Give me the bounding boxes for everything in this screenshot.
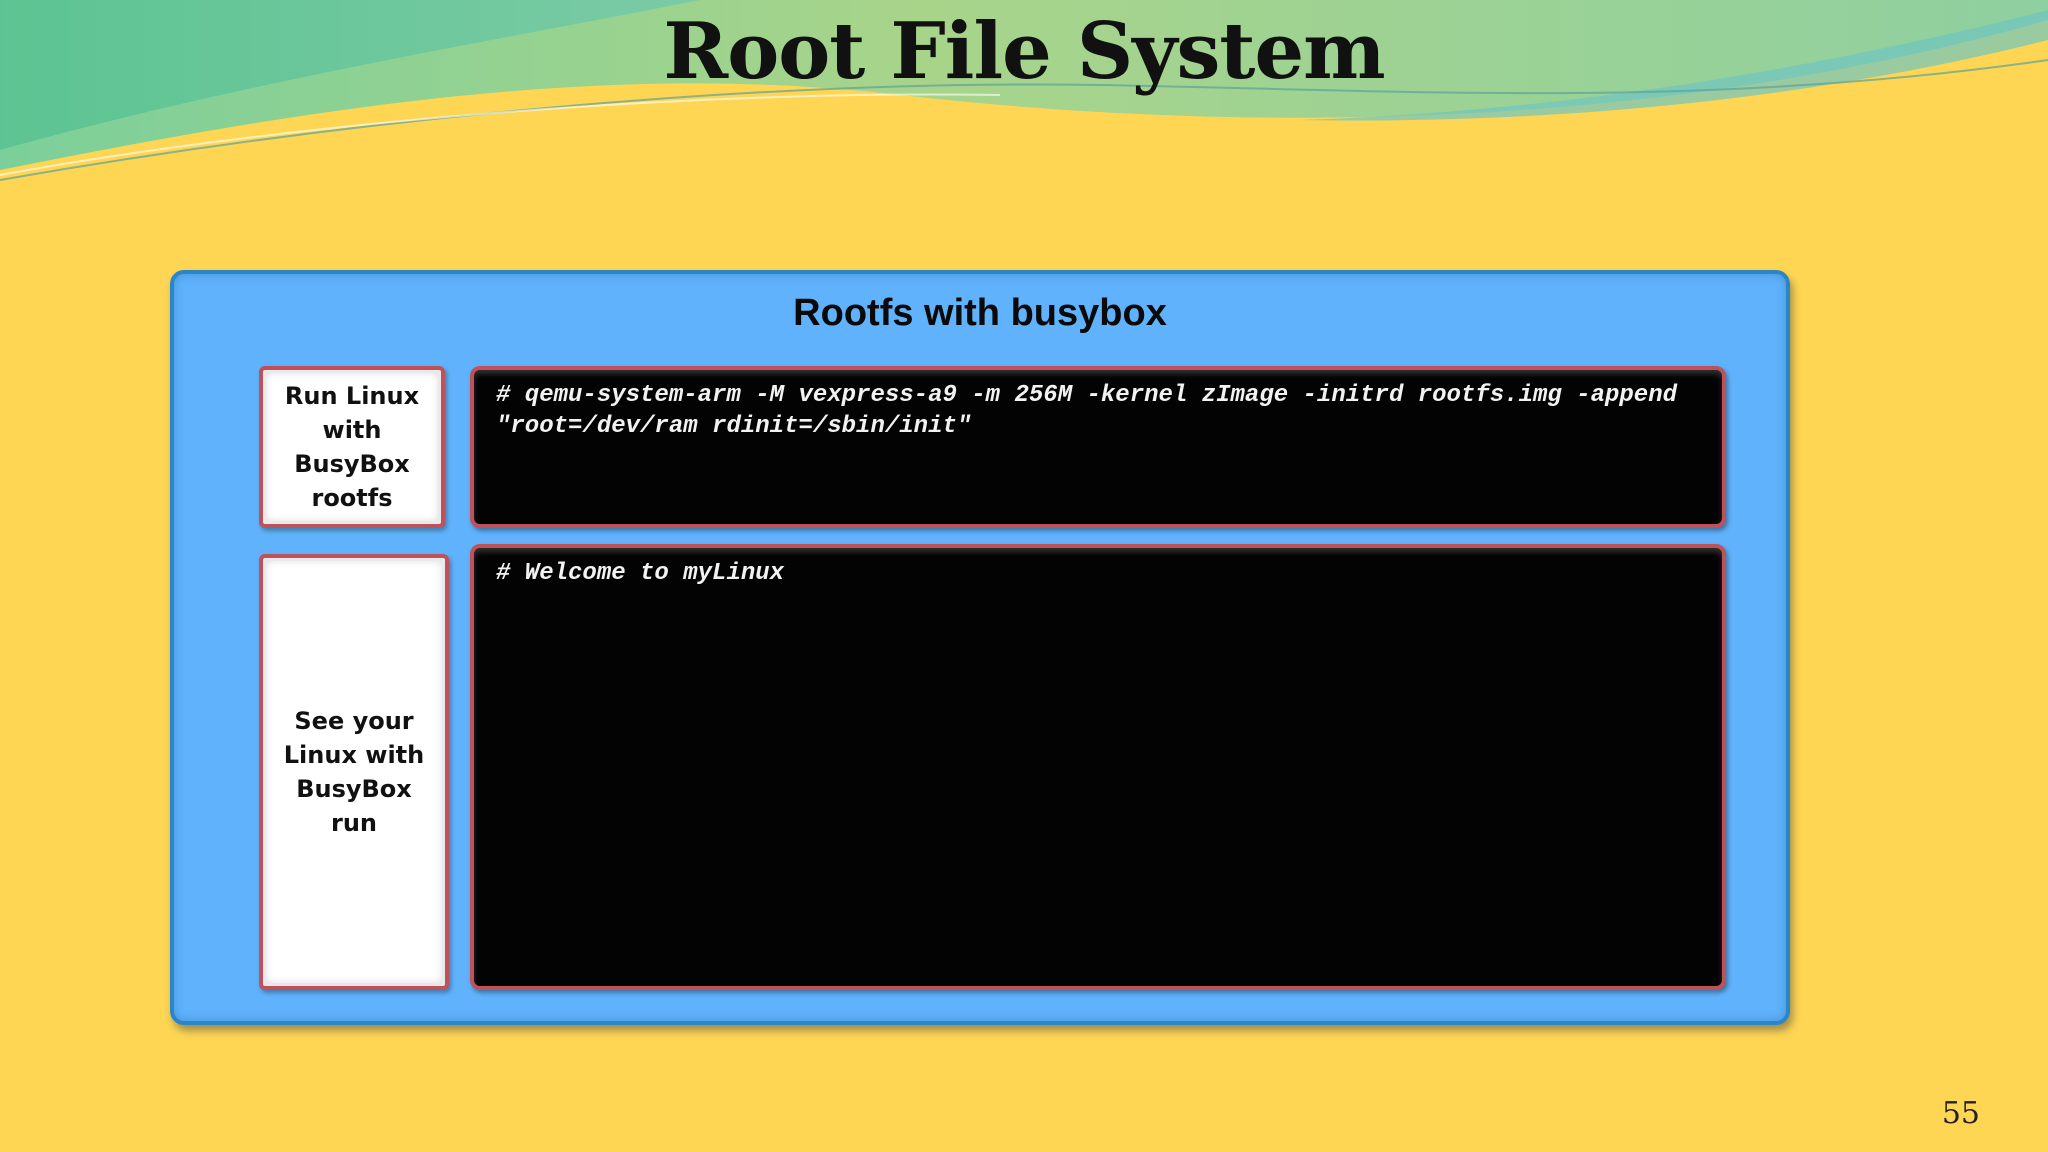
terminal-command-text: # qemu-system-arm -M vexpress-a9 -m 256M… — [496, 382, 1692, 440]
step-label-box-run: Run Linux with BusyBox rootfs — [259, 366, 445, 528]
terminal-output-text: # Welcome to myLinux — [496, 560, 785, 587]
busybox-panel: Rootfs with busybox Run Linux with BusyB… — [170, 270, 1790, 1025]
slide-title: Root File System — [663, 6, 1385, 97]
step-label-box-see: See your Linux with BusyBox run — [259, 554, 449, 990]
terminal-output: # Welcome to myLinux — [470, 544, 1726, 990]
page-number: 55 — [1941, 1096, 1980, 1131]
step-label-see: See your Linux with BusyBox run — [283, 707, 425, 837]
terminal-command: # qemu-system-arm -M vexpress-a9 -m 256M… — [470, 366, 1726, 528]
step-label-run: Run Linux with BusyBox rootfs — [284, 382, 420, 512]
panel-title: Rootfs with busybox — [793, 292, 1167, 334]
